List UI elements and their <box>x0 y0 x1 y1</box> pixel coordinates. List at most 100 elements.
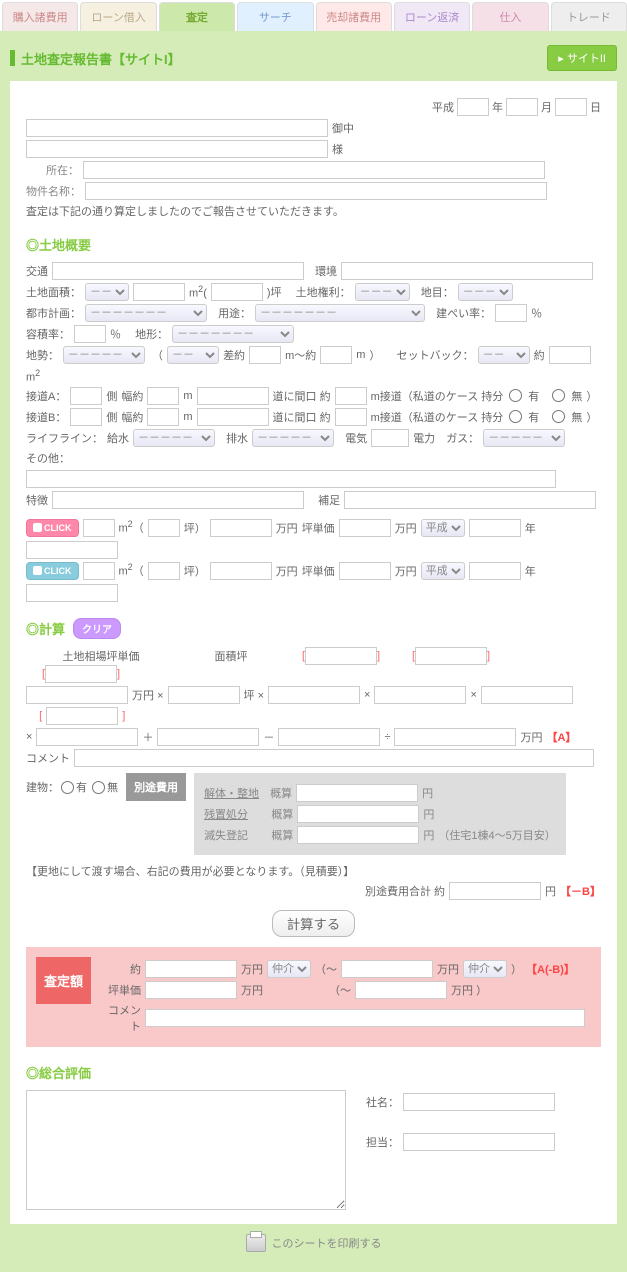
tab-loan-in[interactable]: ローン借入 <box>80 2 156 31</box>
p-unit[interactable] <box>339 519 391 537</box>
roadA-name[interactable] <box>197 387 269 405</box>
click-pink[interactable]: CLICK <box>26 519 79 537</box>
c-plus[interactable] <box>157 728 259 746</box>
zanchi-link[interactable]: 残置処分 <box>204 806 248 822</box>
shape-sel[interactable]: －－－－－－－ <box>172 325 294 343</box>
c-tsubo[interactable] <box>168 686 240 704</box>
tab-loan-out[interactable]: ローン返済 <box>394 2 470 31</box>
tab-sell[interactable]: 売却諸費用 <box>316 2 392 31</box>
click-blue[interactable]: CLICK <box>26 562 79 580</box>
r-v2[interactable] <box>341 960 433 978</box>
clear-button[interactable]: クリア <box>73 618 121 639</box>
zan-input[interactable] <box>297 805 419 823</box>
kaitai-link[interactable]: 解体・整地 <box>204 785 259 801</box>
eval-textarea[interactable] <box>26 1090 346 1210</box>
calculate-button[interactable]: 計算する <box>272 910 355 937</box>
location-input[interactable] <box>83 161 545 179</box>
area-m2[interactable] <box>133 283 185 301</box>
total-b[interactable] <box>449 882 541 900</box>
r-comment[interactable] <box>145 1009 585 1027</box>
tab-purchase[interactable]: 購入諸費用 <box>2 2 78 31</box>
c-b4[interactable] <box>46 707 118 725</box>
bld-no[interactable] <box>92 781 105 794</box>
supp-input[interactable] <box>344 491 596 509</box>
b-extra[interactable] <box>26 584 118 602</box>
p-tsubo[interactable] <box>148 519 180 537</box>
mes-input[interactable] <box>297 826 419 844</box>
company-input[interactable] <box>403 1093 555 1111</box>
p-yr[interactable] <box>469 519 521 537</box>
c-minus[interactable] <box>278 728 380 746</box>
bld-yes[interactable] <box>61 781 74 794</box>
b-era[interactable]: 平成 <box>421 562 465 580</box>
year-input[interactable] <box>457 98 489 116</box>
water-sel[interactable]: －－－－－ <box>133 429 215 447</box>
yoseki-input[interactable] <box>74 325 106 343</box>
r-sel1[interactable]: 仲介 <box>267 960 311 978</box>
b-m2[interactable] <box>83 562 115 580</box>
roadB-w[interactable] <box>147 408 179 426</box>
site2-button[interactable]: ▸ サイトII <box>547 45 617 71</box>
sa2[interactable] <box>320 346 352 364</box>
c-x[interactable] <box>36 728 138 746</box>
c-f2[interactable] <box>374 686 466 704</box>
p-m2[interactable] <box>83 519 115 537</box>
use-sel[interactable]: －－－－－－－ <box>255 304 425 322</box>
c-f1[interactable] <box>268 686 360 704</box>
tab-search[interactable]: サーチ <box>237 2 313 31</box>
roadB-no[interactable] <box>552 410 565 423</box>
c-res[interactable] <box>394 728 516 746</box>
c-b2[interactable] <box>415 647 487 665</box>
tab-assess[interactable]: 査定 <box>159 2 235 31</box>
roadB-name[interactable] <box>197 408 269 426</box>
sama-input[interactable] <box>26 140 328 158</box>
feat-input[interactable] <box>52 491 304 509</box>
setback-sel[interactable]: －－ <box>478 346 530 364</box>
b-tsubo[interactable] <box>148 562 180 580</box>
other-input[interactable] <box>26 470 556 488</box>
gas-sel[interactable]: －－－－－ <box>483 429 565 447</box>
roadA-no[interactable] <box>552 389 565 402</box>
r-sel2[interactable]: 仲介 <box>463 960 507 978</box>
c-b3[interactable] <box>45 665 117 683</box>
tab-trade[interactable]: トレード <box>551 2 627 31</box>
kenpei-input[interactable] <box>495 304 527 322</box>
plan-sel[interactable]: －－－－－－－ <box>85 304 207 322</box>
sa1[interactable] <box>249 346 281 364</box>
c-b1[interactable] <box>305 647 377 665</box>
onchu-input[interactable] <box>26 119 328 137</box>
c-f3[interactable] <box>481 686 573 704</box>
c-souba[interactable] <box>26 686 128 704</box>
roadA-yes[interactable] <box>509 389 522 402</box>
kai-input[interactable] <box>296 784 418 802</box>
person-input[interactable] <box>403 1133 555 1151</box>
moku-sel[interactable]: －－－ <box>458 283 513 301</box>
sa-sel[interactable]: －－ <box>167 346 219 364</box>
traffic-input[interactable] <box>52 262 304 280</box>
r-t1[interactable] <box>145 981 237 999</box>
roadA-w[interactable] <box>147 387 179 405</box>
c-comment[interactable] <box>74 749 594 767</box>
print-link[interactable]: このシートを印刷する <box>10 1224 617 1262</box>
area-tsubo[interactable] <box>211 283 263 301</box>
roadB-front[interactable] <box>335 408 367 426</box>
r-v1[interactable] <box>145 960 237 978</box>
b-yr[interactable] <box>469 562 521 580</box>
b-unit[interactable] <box>339 562 391 580</box>
roadB-side[interactable] <box>70 408 102 426</box>
r-t2[interactable] <box>355 981 447 999</box>
p-extra[interactable] <box>26 541 118 559</box>
p-man[interactable] <box>210 519 272 537</box>
property-input[interactable] <box>85 182 547 200</box>
p-era[interactable]: 平成 <box>421 519 465 537</box>
elec-input[interactable] <box>371 429 409 447</box>
day-input[interactable] <box>555 98 587 116</box>
area-sel[interactable]: －－ <box>85 283 129 301</box>
setback-m[interactable] <box>549 346 591 364</box>
env-input[interactable] <box>341 262 593 280</box>
roadA-side[interactable] <box>70 387 102 405</box>
tab-stock[interactable]: 仕入 <box>472 2 548 31</box>
sei-sel[interactable]: －－－－－ <box>63 346 145 364</box>
roadB-yes[interactable] <box>509 410 522 423</box>
drain-sel[interactable]: －－－－－ <box>252 429 334 447</box>
